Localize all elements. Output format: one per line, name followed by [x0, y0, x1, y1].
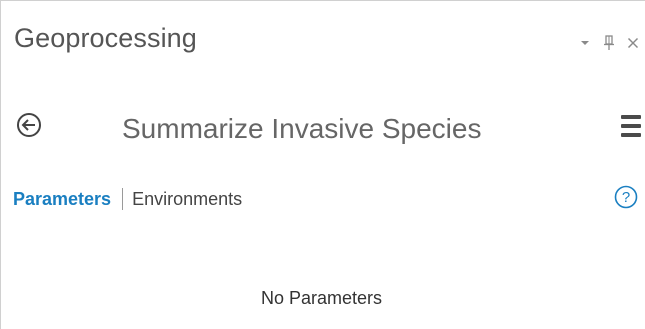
- back-button[interactable]: [15, 111, 43, 139]
- empty-state: No Parameters: [1, 288, 645, 309]
- back-arrow-icon: [17, 113, 41, 137]
- tool-tabs: Parameters Environments: [13, 186, 242, 212]
- tab-environments[interactable]: Environments: [132, 189, 242, 210]
- pane-title-bar: Geoprocessing: [1, 1, 645, 89]
- chevron-down-icon[interactable]: [578, 35, 592, 51]
- pin-icon[interactable]: [602, 35, 616, 51]
- hamburger-menu-icon[interactable]: [621, 115, 641, 137]
- tab-parameters[interactable]: Parameters: [13, 189, 111, 210]
- help-icon[interactable]: ?: [614, 185, 638, 209]
- no-parameters-message: No Parameters: [260, 288, 383, 308]
- close-icon[interactable]: [626, 35, 640, 51]
- geoprocessing-pane: Geoprocessing Summarize Invasive Species…: [0, 0, 645, 329]
- tool-header: Summarize Invasive Species: [1, 109, 645, 149]
- pane-window-controls: [578, 35, 640, 51]
- tab-divider: [122, 188, 124, 210]
- pane-title: Geoprocessing: [14, 23, 197, 53]
- tool-title: Summarize Invasive Species: [122, 113, 482, 144]
- help-icon-label: ?: [622, 189, 630, 206]
